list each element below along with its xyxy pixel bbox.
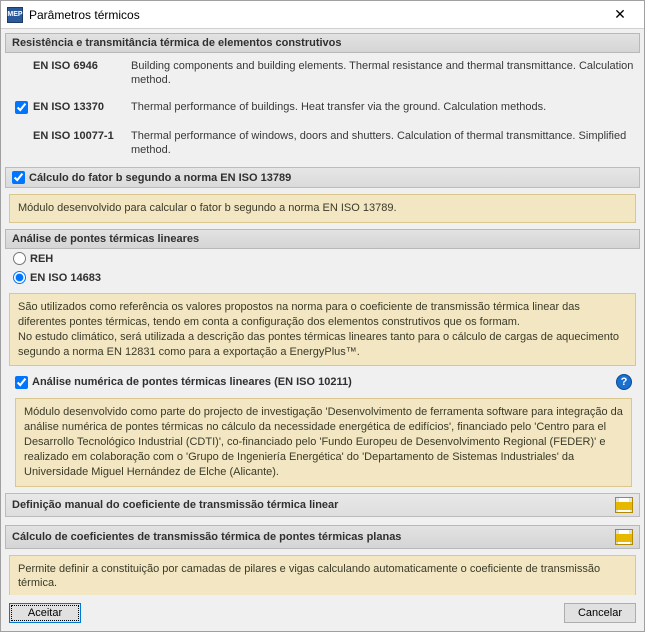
manual-definition-label: Definição manual do coeficiente de trans… xyxy=(12,499,338,511)
print-icon[interactable] xyxy=(615,497,633,513)
button-bar: Aceitar Cancelar xyxy=(1,595,644,631)
dialog-content: Resistência e transmitância térmica de e… xyxy=(1,29,644,595)
label-en-iso-6946: EN ISO 6946 xyxy=(33,59,131,72)
dialog-window: MEP Parâmetros térmicos ✕ Resistência e … xyxy=(0,0,645,632)
numeric-analysis-label: Análise numérica de pontes térmicas line… xyxy=(32,376,352,388)
factor-b-label: Cálculo do fator b segundo a norma EN IS… xyxy=(29,172,291,184)
label-en-iso-13370: EN ISO 13370 xyxy=(33,100,131,113)
checkbox-numeric-analysis[interactable] xyxy=(15,376,28,389)
titlebar: MEP Parâmetros térmicos ✕ xyxy=(1,1,644,29)
radio-eniso14683[interactable] xyxy=(13,271,26,284)
section-linear-bridges-header: Análise de pontes térmicas lineares xyxy=(5,229,640,249)
accept-button[interactable]: Aceitar xyxy=(9,603,81,623)
cancel-button[interactable]: Cancelar xyxy=(564,603,636,623)
section-linear-bridges-title: Análise de pontes térmicas lineares xyxy=(12,233,199,245)
help-icon[interactable]: ? xyxy=(616,374,632,390)
radio-eniso14683-label: EN ISO 14683 xyxy=(30,272,101,284)
checkbox-en-iso-13370[interactable] xyxy=(15,101,28,114)
numeric-analysis-row: Análise numérica de pontes térmicas line… xyxy=(5,370,640,392)
print-icon-2[interactable] xyxy=(615,529,633,545)
section-planar-bridges-title: Cálculo de coeficientes de transmissão t… xyxy=(12,531,401,543)
close-button[interactable]: ✕ xyxy=(600,2,640,28)
row-en-iso-13370: EN ISO 13370 Thermal performance of buil… xyxy=(5,94,640,123)
label-en-iso-10077-1: EN ISO 10077-1 xyxy=(33,129,131,142)
planar-bridges-note: Permite definir a constituição por camad… xyxy=(9,555,636,595)
factor-b-header: Cálculo do fator b segundo a norma EN IS… xyxy=(5,167,640,188)
radio-row-reh: REH xyxy=(5,249,640,268)
row-en-iso-10077-1: EN ISO 10077-1 Thermal performance of wi… xyxy=(5,123,640,164)
desc-en-iso-13370: Thermal performance of buildings. Heat t… xyxy=(131,100,636,114)
radio-row-eniso14683: EN ISO 14683 xyxy=(5,268,640,287)
desc-en-iso-6946: Building components and building element… xyxy=(131,59,636,88)
linear-bridges-note: São utilizados como referência os valore… xyxy=(9,293,636,366)
app-icon: MEP xyxy=(7,7,23,23)
checkbox-factor-b[interactable] xyxy=(12,171,25,184)
radio-reh-label: REH xyxy=(30,253,53,265)
section-planar-bridges-header: Cálculo de coeficientes de transmissão t… xyxy=(5,525,640,549)
section-resistance-title: Resistência e transmitância térmica de e… xyxy=(12,37,342,49)
section-resistance-header: Resistência e transmitância térmica de e… xyxy=(5,33,640,53)
radio-reh[interactable] xyxy=(13,252,26,265)
window-title: Parâmetros térmicos xyxy=(29,8,600,22)
numeric-analysis-note: Módulo desenvolvido como parte do projec… xyxy=(15,398,632,486)
desc-en-iso-10077-1: Thermal performance of windows, doors an… xyxy=(131,129,636,158)
manual-definition-header: Definição manual do coeficiente de trans… xyxy=(5,493,640,517)
factor-b-note: Módulo desenvolvido para calcular o fato… xyxy=(9,194,636,223)
row-en-iso-6946: EN ISO 6946 Building components and buil… xyxy=(5,53,640,94)
